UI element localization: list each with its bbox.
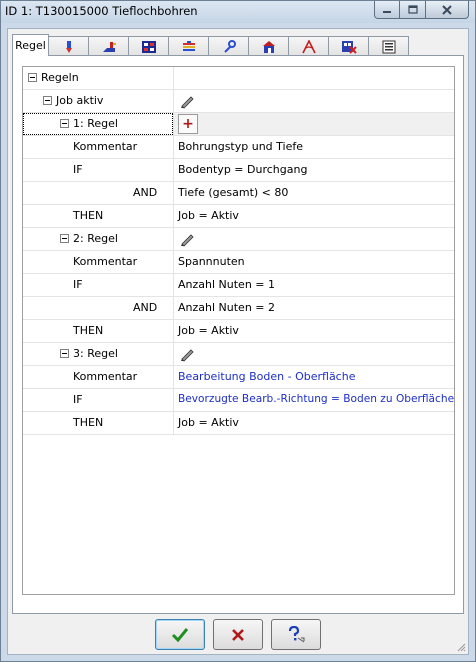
checkmark-icon (171, 627, 189, 642)
dialog-window: ID 1: T130015000 Tieflochbohren Regel Re… (0, 0, 476, 662)
tree-node-label: 2: Regel (73, 232, 118, 245)
row-label: Kommentar (73, 255, 138, 268)
row-value: Tiefe (gesamt) < 80 (178, 186, 289, 199)
row-value: Job = Aktiv (178, 416, 239, 429)
table-icon (141, 40, 156, 53)
tree-row-regeln[interactable]: Regeln (23, 67, 454, 90)
title-bar[interactable]: ID 1: T130015000 Tieflochbohren (1, 1, 475, 23)
row-label: Kommentar (73, 140, 138, 153)
tab-wrench[interactable] (208, 36, 249, 56)
wrench-icon (223, 39, 236, 53)
tree-row-and[interactable]: AND Anzahl Nuten = 2 (23, 297, 454, 320)
window-controls (374, 1, 469, 19)
tree-row-kommentar[interactable]: Kommentar Bohrungstyp und Tiefe (23, 136, 454, 159)
tree-row-then[interactable]: THEN Job = Aktiv (23, 412, 454, 435)
tree-row-job-aktiv[interactable]: Job aktiv (23, 90, 454, 113)
maximize-button[interactable] (400, 1, 426, 19)
tab-panel-regel: Regeln Job aktiv 1: Regel + Kommentar Bo… (12, 55, 464, 614)
row-value: Bevorzugte Bearb.-Richtung = Boden zu Ob… (178, 393, 455, 405)
row-value: Job = Aktiv (178, 209, 239, 222)
tree-row-kommentar[interactable]: Kommentar Bearbeitung Boden - Oberfläche (23, 366, 454, 389)
machine-icon (102, 41, 116, 52)
tree-row-and[interactable]: AND Tiefe (gesamt) < 80 (23, 182, 454, 205)
tree-node-label: 3: Regel (73, 347, 118, 360)
list-icon (382, 40, 395, 53)
tool-icon (65, 40, 72, 53)
tree-row-regel-2[interactable]: 2: Regel (23, 228, 454, 251)
resize-grip-icon[interactable] (456, 642, 466, 652)
collapse-icon[interactable] (60, 234, 69, 243)
dialog-client-area: Regel Regeln Job aktiv 1: Regel + Kommen… (7, 28, 469, 655)
tree-row-if[interactable]: IF Bodentyp = Durchgang (23, 159, 454, 182)
window-title: ID 1: T130015000 Tieflochbohren (5, 4, 198, 18)
close-icon (442, 4, 452, 15)
minimize-icon (383, 10, 391, 13)
tab-delete[interactable] (328, 36, 369, 56)
tree-node-label: Regeln (41, 71, 79, 84)
tab-bar: Regel (12, 34, 409, 56)
tree-row-if[interactable]: IF Anzahl Nuten = 1 (23, 274, 454, 297)
tree-row-regel-1[interactable]: 1: Regel + (23, 113, 454, 136)
tab-layers[interactable] (168, 36, 209, 56)
house-icon (262, 40, 275, 53)
collapse-icon[interactable] (60, 119, 69, 128)
close-button[interactable] (426, 1, 469, 19)
plus-icon: + (182, 116, 194, 132)
row-value: Bodentyp = Durchgang (178, 163, 308, 176)
collapse-icon[interactable] (60, 349, 69, 358)
minimize-button[interactable] (374, 1, 400, 19)
tree-row-regel-3[interactable]: 3: Regel (23, 343, 454, 366)
tree-node-label: 1: Regel (73, 117, 118, 130)
tab-regel[interactable]: Regel (12, 34, 49, 56)
help-button[interactable] (271, 619, 321, 650)
collapse-icon[interactable] (43, 96, 52, 105)
row-value: Job = Aktiv (178, 324, 239, 337)
row-value: Anzahl Nuten = 1 (178, 278, 275, 291)
tab-regel-label: Regel (15, 39, 46, 52)
tab-angle[interactable] (288, 36, 329, 56)
row-value: Bohrungstyp und Tiefe (178, 140, 303, 153)
layers-icon (182, 40, 195, 51)
tab-tool[interactable] (48, 36, 89, 56)
tree-row-if[interactable]: IF Bevorzugte Bearb.-Richtung = Boden zu… (23, 389, 454, 412)
row-label: THEN (73, 324, 104, 337)
row-label: THEN (73, 209, 104, 222)
row-label: THEN (73, 416, 104, 429)
tab-machine[interactable] (88, 36, 129, 56)
x-icon (232, 628, 244, 641)
tree-row-kommentar[interactable]: Kommentar Spannnuten (23, 251, 454, 274)
pencil-icon[interactable] (179, 93, 195, 109)
rules-grid: Regeln Job aktiv 1: Regel + Kommentar Bo… (22, 66, 455, 595)
tab-list[interactable] (368, 36, 409, 56)
row-value: Anzahl Nuten = 2 (178, 301, 275, 314)
ok-button[interactable] (155, 619, 205, 650)
row-label: IF (73, 278, 83, 291)
angle-icon (301, 39, 316, 53)
row-label: Kommentar (73, 370, 138, 383)
add-condition-button[interactable]: + (178, 114, 198, 134)
maximize-icon (407, 5, 418, 14)
pencil-icon[interactable] (179, 346, 195, 362)
collapse-icon[interactable] (28, 73, 37, 82)
row-label: AND (133, 301, 158, 314)
row-label: IF (73, 393, 83, 406)
tab-table[interactable] (128, 36, 169, 56)
row-value: Bearbeitung Boden - Oberfläche (178, 370, 356, 383)
pencil-icon[interactable] (179, 231, 195, 247)
row-label: AND (133, 186, 158, 199)
tab-house[interactable] (248, 36, 289, 56)
delete-table-icon (341, 40, 357, 54)
tree-row-then[interactable]: THEN Job = Aktiv (23, 205, 454, 228)
help-icon (288, 625, 305, 642)
tree-row-then[interactable]: THEN Job = Aktiv (23, 320, 454, 343)
row-label: IF (73, 163, 83, 176)
tree-node-label: Job aktiv (56, 94, 104, 107)
row-value: Spannnuten (178, 255, 245, 268)
cancel-button[interactable] (213, 619, 263, 650)
